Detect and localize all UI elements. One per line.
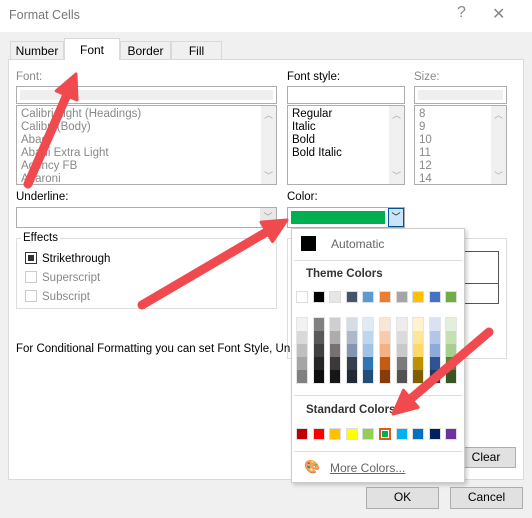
arrow-shaft [137,221,282,310]
arrow-shaft [397,327,494,411]
annotation-arrows [23,72,494,416]
arrow-head [259,218,289,244]
arrow-shaft [23,80,76,189]
arrow-head [54,72,79,102]
